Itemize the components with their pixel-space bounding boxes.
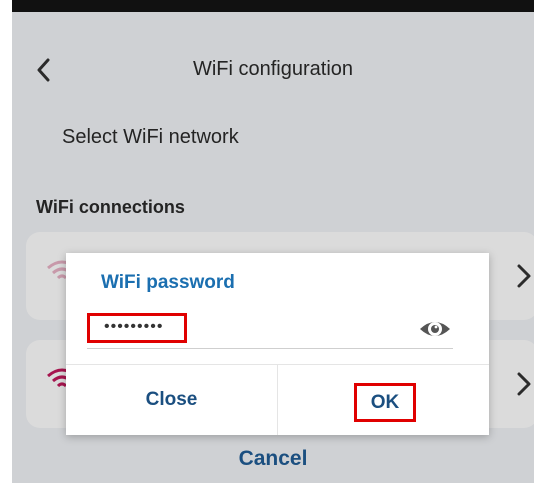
ok-button[interactable]: OK bbox=[354, 383, 416, 422]
password-underline bbox=[87, 348, 453, 349]
dialog-title: WiFi password bbox=[101, 272, 235, 293]
close-button[interactable]: Close bbox=[66, 365, 277, 435]
button-separator bbox=[277, 364, 278, 435]
eye-icon[interactable] bbox=[418, 317, 452, 341]
status-bar bbox=[12, 0, 534, 12]
password-value: ••••••••• bbox=[104, 318, 164, 335]
password-field[interactable]: ••••••••• bbox=[87, 313, 187, 343]
wifi-password-dialog: WiFi password ••••••••• Close OK bbox=[66, 253, 489, 435]
cancel-button[interactable]: Cancel bbox=[12, 447, 534, 471]
